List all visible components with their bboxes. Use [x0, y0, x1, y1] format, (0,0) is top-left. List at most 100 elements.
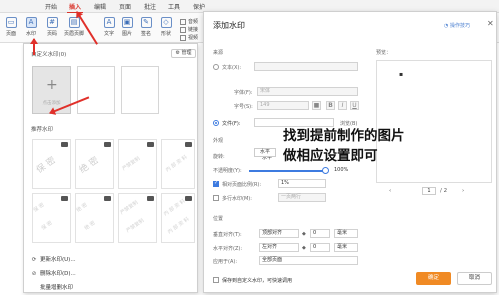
tab-comment[interactable]: 批注 — [144, 2, 156, 11]
ok-button[interactable]: 确定 — [416, 272, 451, 285]
horizontal-align-value: 左对齐 — [262, 244, 278, 250]
tutorial-annotation: 找到提前制作的图片 做相应设置即可 — [283, 126, 405, 166]
text-option-label: 文本(X): — [222, 65, 242, 71]
update-watermark-label: 更新水印(U)... — [40, 257, 76, 263]
horizontal-align-select[interactable]: 左对齐 — [259, 243, 299, 252]
image-button-label: 图片 — [121, 31, 132, 37]
underline-button[interactable]: U — [350, 101, 359, 110]
watermark-tile-text: 严禁复制 — [125, 217, 146, 235]
relative-scale-input[interactable]: 1% — [278, 179, 326, 188]
update-watermark-menu-item[interactable]: ⟳ 更新水印(U)... — [31, 255, 76, 263]
update-icon: ⟳ — [31, 257, 37, 263]
font-value: 宋体 — [260, 88, 271, 94]
vertical-align-label: 垂直对齐(T): — [213, 232, 242, 238]
save-custom-checkbox[interactable] — [213, 277, 219, 283]
tab-tools[interactable]: 工具 — [168, 2, 180, 11]
prev-page-icon[interactable]: ‹ — [389, 188, 391, 194]
watermark-tile[interactable]: 内 部 资 料内 部 资 料 — [161, 193, 195, 243]
opacity-slider[interactable] — [249, 167, 329, 174]
delete-watermark-label: 删除水印(D)... — [40, 271, 76, 277]
vip-crown-icon — [147, 142, 154, 147]
apply-to-label: 应用于(A): — [213, 259, 238, 265]
shape-button[interactable]: ◇ 形状 — [158, 17, 174, 37]
watermark-tile[interactable]: 保 密保 密 — [32, 193, 71, 243]
font-label: 字体(F): — [234, 90, 253, 96]
opacity-slider-knob[interactable] — [322, 167, 329, 174]
help-link[interactable]: ◔ 操作技巧 — [444, 22, 470, 29]
horizontal-align-label: 水平对齐(Z): — [213, 246, 243, 252]
close-icon[interactable]: ✕ — [487, 19, 494, 28]
watermark-tile[interactable]: 内 部 资 料 — [161, 139, 195, 189]
opacity-value[interactable]: 100% — [334, 167, 348, 173]
horizontal-offset-icon: ◆ — [302, 245, 306, 251]
delete-watermark-menu-item[interactable]: ⊘ 删除水印(D)... — [31, 269, 76, 277]
text-button[interactable]: A 文字 — [102, 17, 116, 37]
delete-icon: ⊘ — [31, 271, 37, 277]
cancel-button[interactable]: 取消 — [457, 272, 492, 285]
video-button[interactable]: 视频 — [180, 34, 198, 41]
watermark-dropdown: 自定义水印(0) ⚙ 管理 + 点击添加 推荐水印 保 密 绝 密 严禁复制 内… — [23, 43, 198, 293]
watermark-button[interactable]: A 水印 — [23, 17, 39, 37]
apply-to-select[interactable]: 全部页面 — [259, 256, 358, 265]
empty-watermark-slot[interactable] — [77, 66, 115, 114]
tab-page[interactable]: 页面 — [119, 2, 131, 11]
text-radio[interactable] — [213, 64, 219, 70]
text-button-label: 文字 — [103, 31, 114, 37]
audio-button[interactable]: 音频 — [180, 18, 198, 25]
file-radio[interactable] — [213, 120, 219, 126]
font-select[interactable]: 宋体 — [257, 87, 358, 96]
horizontal-unit-select[interactable]: 毫米 — [334, 243, 358, 252]
watermark-tile-text: 保 密 — [32, 202, 46, 214]
size-select[interactable]: 149 — [257, 101, 309, 110]
watermark-tile-text: 保 密 — [34, 155, 58, 176]
watermark-tile[interactable]: 绝 密绝 密 — [75, 193, 114, 243]
vertical-unit-select[interactable]: 毫米 — [334, 229, 358, 238]
link-button[interactable]: 链接 — [180, 26, 198, 33]
annotation-line-1: 找到提前制作的图片 — [283, 128, 405, 144]
vertical-offset-input[interactable]: 0 — [310, 229, 330, 238]
multiline-select[interactable]: 一页两行 — [278, 193, 326, 202]
text-input[interactable] — [254, 62, 358, 71]
italic-button[interactable]: I — [338, 101, 347, 110]
watermark-tile[interactable]: 严禁复制 严禁复制 — [118, 193, 157, 243]
recommended-watermark-title: 推荐水印 — [31, 127, 54, 133]
manage-button[interactable]: ⚙ 管理 — [171, 49, 196, 58]
vip-crown-icon — [61, 142, 68, 147]
batch-watermark-menu-item[interactable]: 批量增删水印 — [31, 283, 73, 291]
file-option-label: 文件(F): — [222, 121, 241, 127]
arrow-to-watermark-button — [33, 39, 35, 55]
source-label: 来源 — [213, 50, 224, 56]
help-label: 操作技巧 — [449, 23, 470, 29]
tab-edit[interactable]: 编辑 — [94, 2, 106, 11]
vertical-align-select[interactable]: 顶部对齐 — [259, 229, 299, 238]
header-footer-icon: ▤ — [68, 17, 80, 28]
tab-home[interactable]: 开始 — [45, 2, 57, 11]
page-button[interactable]: ▭ 页面 — [3, 17, 19, 37]
empty-watermark-slot[interactable] — [121, 66, 159, 114]
signature-button[interactable]: ✎ 签名 — [138, 17, 154, 37]
multiline-checkbox[interactable] — [213, 195, 219, 201]
custom-watermark-title: 自定义水印(0) — [31, 52, 67, 58]
watermark-tile[interactable]: 严禁复制 — [118, 139, 157, 189]
ok-label: 确定 — [427, 275, 439, 281]
color-picker[interactable]: ■ — [312, 101, 321, 110]
bold-button[interactable]: B — [326, 101, 335, 110]
page-input[interactable]: 1 — [422, 187, 436, 195]
appearance-label: 外观 — [213, 138, 224, 144]
image-button[interactable]: ▣ 图片 — [120, 17, 134, 37]
page-icon: ▭ — [5, 17, 17, 28]
watermark-tile[interactable]: 绝 密 — [75, 139, 114, 189]
next-page-icon[interactable]: › — [462, 188, 464, 194]
rotation-label: 旋转: — [213, 154, 225, 160]
help-icon: ◔ — [444, 23, 449, 29]
vip-crown-icon — [185, 142, 192, 147]
relative-scale-checkbox[interactable] — [213, 180, 219, 187]
page-number-button[interactable]: # 页码 — [44, 17, 60, 37]
watermark-tile-text: 绝 密 — [83, 220, 97, 232]
video-icon — [180, 34, 186, 41]
tab-protect[interactable]: 保护 — [193, 2, 205, 11]
multiline-value: 一页两行 — [281, 194, 302, 200]
watermark-tile[interactable]: 保 密 — [32, 139, 71, 189]
watermark-tile-text: 内 部 资 料 — [164, 154, 189, 174]
horizontal-offset-input[interactable]: 0 — [310, 243, 330, 252]
